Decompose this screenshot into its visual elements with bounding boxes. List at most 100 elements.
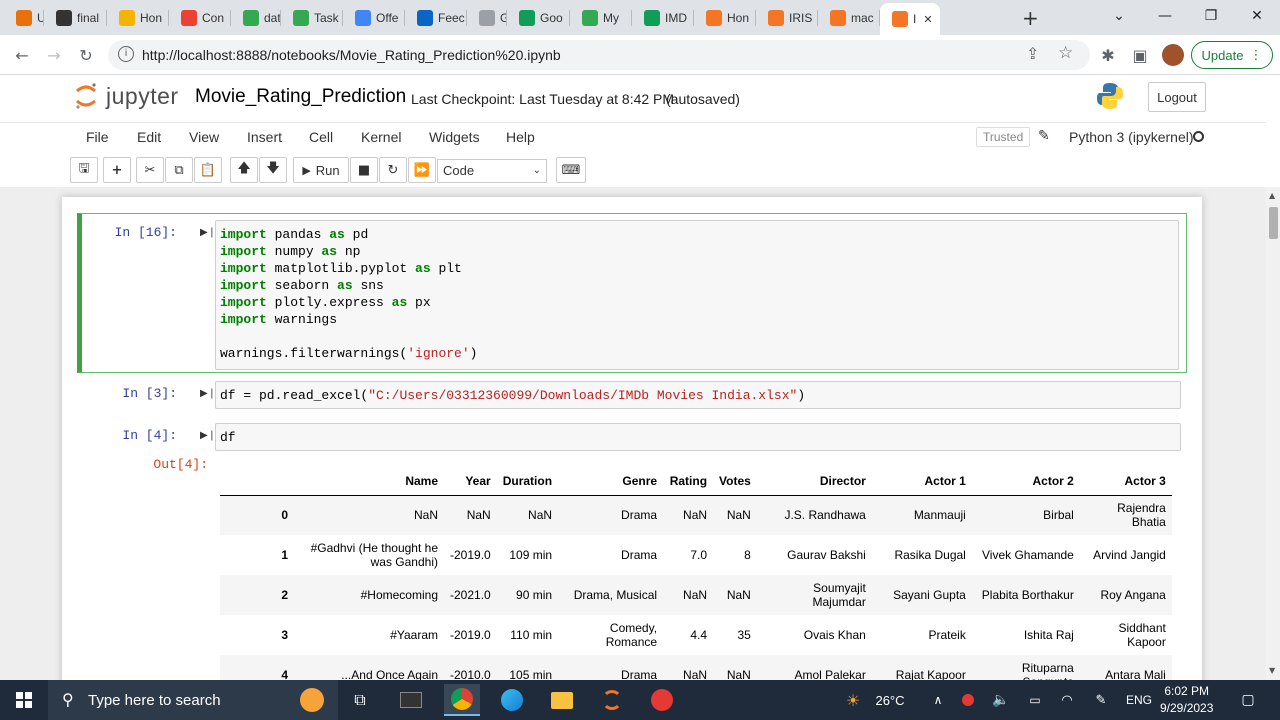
language-indicator[interactable]: ENG — [1122, 684, 1156, 716]
trusted-badge[interactable]: Trusted — [976, 127, 1031, 147]
notifications-icon[interactable]: ▢ — [1236, 684, 1260, 716]
save-icon[interactable]: 🖫 — [70, 157, 98, 183]
bookmark-star-icon[interactable]: ☆ — [1058, 43, 1073, 63]
notebook-name[interactable]: Movie_Rating_Prediction — [195, 86, 406, 108]
run-button[interactable]: ▶ Run — [293, 157, 349, 183]
copy-icon[interactable]: ⧉ — [165, 157, 193, 183]
code-editor[interactable]: df — [215, 423, 1181, 451]
tab-search-icon[interactable]: ⌄ — [1096, 0, 1142, 32]
browser-tab[interactable]: data — [231, 5, 281, 31]
jupyter-app-icon[interactable] — [594, 684, 630, 716]
collapse-icon[interactable]: ▶❘ — [200, 388, 216, 399]
menu-widgets[interactable]: Widgets — [429, 129, 480, 145]
browser-tab[interactable]: Hon — [107, 5, 169, 31]
code-editor[interactable]: df = pd.read_excel("C:/Users/03312360099… — [215, 381, 1181, 409]
minimize-button[interactable]: — — [1142, 0, 1188, 32]
new-tab-button[interactable]: + — [1022, 6, 1039, 30]
move-up-icon[interactable]: 🡅 — [230, 157, 258, 183]
scroll-down-icon[interactable]: ▼ — [1269, 666, 1275, 675]
system-clock[interactable]: 6:02 PM 9/29/2023 — [1160, 683, 1213, 717]
pen-icon[interactable]: ✎ — [1090, 684, 1112, 716]
extensions-icon[interactable]: ✱ — [1094, 41, 1122, 69]
browser-tab[interactable]: Hon — [694, 5, 756, 31]
browser-tab[interactable]: IRIS — [756, 5, 818, 31]
back-arrow-icon[interactable]: ← — [8, 41, 36, 69]
browser-tab[interactable]: Unti — [4, 5, 44, 31]
menu-help[interactable]: Help — [506, 129, 535, 145]
browser-tab[interactable]: Task — [281, 5, 343, 31]
keyboard-icon[interactable]: ⌨ — [556, 157, 586, 183]
paste-icon[interactable]: 📋 — [194, 157, 222, 183]
task-view-icon[interactable]: ⧉ — [344, 684, 376, 716]
browser-tab[interactable]: final — [44, 5, 107, 31]
scrollbar-thumb[interactable] — [1269, 207, 1278, 239]
chrome-app-icon[interactable] — [444, 684, 480, 716]
side-panel-icon[interactable]: ▣ — [1126, 41, 1154, 69]
move-down-icon[interactable]: 🡇 — [259, 157, 287, 183]
recorder-app-icon[interactable] — [644, 684, 680, 716]
profile-avatar[interactable] — [1162, 44, 1184, 66]
chevron-up-icon[interactable]: ∧ — [928, 684, 948, 716]
cell-type-select[interactable]: Code ⌄ — [437, 159, 547, 183]
cut-icon[interactable]: ✂ — [136, 157, 164, 183]
tab-label: Offe — [376, 11, 399, 25]
address-bar[interactable]: i http://localhost:8888/notebooks/Movie_… — [108, 40, 1090, 70]
browser-tab[interactable]: Goo — [507, 5, 570, 31]
browser-tab[interactable]: I ✕ — [880, 3, 940, 35]
code-editor[interactable]: import pandas as pd import numpy as np i… — [215, 220, 1179, 370]
jupyter-icon — [706, 10, 722, 26]
globe-icon — [479, 10, 495, 26]
edit-pencil-icon[interactable]: ✎ — [1038, 128, 1050, 144]
battery-icon[interactable]: ▭ — [1024, 684, 1046, 716]
close-tab-icon[interactable]: ✕ — [923, 13, 932, 26]
fast-forward-icon[interactable]: ⏩ — [408, 157, 436, 183]
menu-view[interactable]: View — [189, 129, 219, 145]
weather-icon[interactable]: ☀ — [840, 684, 866, 716]
terminal-app-icon[interactable] — [394, 684, 428, 716]
scroll-up-icon[interactable]: ▲ — [1269, 191, 1275, 200]
table-cell: 8 — [744, 548, 751, 562]
menu-edit[interactable]: Edit — [137, 129, 161, 145]
insert-cell-icon[interactable]: + — [103, 157, 131, 183]
menu-kernel[interactable]: Kernel — [361, 129, 401, 145]
browser-tab[interactable]: IMD — [632, 5, 694, 31]
taskbar-search[interactable]: ⚲ Type here to search — [48, 680, 338, 720]
browser-tab[interactable]: mac — [818, 5, 880, 31]
wifi-icon[interactable]: ◠ — [1056, 684, 1078, 716]
restart-icon[interactable]: ↻ — [379, 157, 407, 183]
file-explorer-icon[interactable] — [544, 684, 580, 716]
sheet-icon — [119, 10, 135, 26]
menu-cell[interactable]: Cell — [309, 129, 333, 145]
checkpoint-status: Last Checkpoint: Last Tuesday at 8:42 PM — [411, 91, 675, 107]
edge-app-icon[interactable] — [494, 684, 530, 716]
vertical-scrollbar[interactable]: ▲ ▼ — [1266, 187, 1280, 680]
gmail-icon — [181, 10, 197, 26]
record-indicator-icon[interactable] — [958, 684, 978, 716]
info-icon[interactable]: i — [118, 46, 134, 62]
table-cell: Rajat Kapoor — [895, 668, 966, 680]
browser-tab[interactable]: Feec — [405, 5, 467, 31]
stop-icon[interactable]: ■ — [350, 157, 378, 183]
update-button[interactable]: Update ⋮ — [1191, 41, 1273, 69]
menu-insert[interactable]: Insert — [247, 129, 282, 145]
tab-label: Con — [202, 11, 225, 25]
windows-start-icon[interactable] — [8, 684, 40, 716]
column-header: Rating — [663, 467, 714, 496]
collapse-icon[interactable]: ▶❘ — [200, 227, 216, 238]
share-icon[interactable]: ⇪ — [1026, 44, 1039, 63]
close-window-button[interactable]: ✕ — [1234, 0, 1280, 32]
table-cell: 90 min — [516, 588, 553, 602]
browser-tab[interactable]: Offe — [343, 5, 405, 31]
jupyter-logo[interactable]: jupyter — [74, 82, 179, 110]
logout-button[interactable]: Logout — [1148, 82, 1206, 112]
speaker-icon[interactable]: 🔈 — [990, 684, 1012, 716]
forward-arrow-icon[interactable]: → — [40, 41, 68, 69]
table-cell: 4.4 — [690, 628, 708, 642]
reload-icon[interactable]: ↻ — [72, 41, 100, 69]
browser-tab[interactable]: Con — [169, 5, 231, 31]
browser-tab[interactable]: Grou — [467, 5, 507, 31]
collapse-icon[interactable]: ▶❘ — [200, 430, 216, 441]
menu-file[interactable]: File — [86, 129, 109, 145]
browser-tab[interactable]: My — [570, 5, 632, 31]
restore-button[interactable]: ❐ — [1188, 0, 1234, 32]
